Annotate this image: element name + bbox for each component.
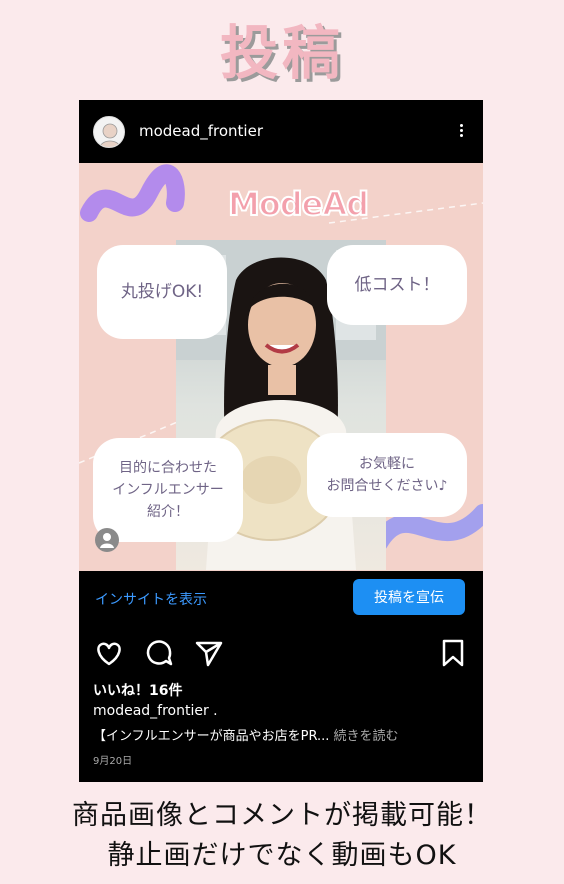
- speech-bubble-low-cost: 低コスト！: [327, 245, 467, 325]
- username[interactable]: modead_frontier: [139, 122, 263, 140]
- caption-username[interactable]: modead_frontier .: [93, 703, 218, 719]
- insights-bar: インサイトを表示 投稿を宣伝: [79, 571, 483, 627]
- post-date: 9月20日: [93, 756, 133, 767]
- view-insights-link[interactable]: インサイトを表示: [95, 589, 207, 609]
- modead-logo: ModeAd: [227, 185, 370, 223]
- instagram-post-card: modead_frontier ModeAd 丸投げOK! 低コスト！ 目的に合…: [79, 100, 483, 782]
- speech-bubble-marunage: 丸投げOK!: [97, 245, 227, 339]
- send-icon[interactable]: [193, 637, 225, 669]
- bubble-line: お問合せください♪: [326, 478, 448, 494]
- speech-bubble-contact: お気軽に お問合せください♪: [307, 433, 467, 517]
- tagged-user-icon[interactable]: [95, 528, 119, 552]
- bubble-line: 目的に合わせた: [119, 460, 217, 476]
- more-vertical-icon[interactable]: [455, 122, 467, 142]
- bubble-line: 紹介！: [147, 504, 189, 520]
- page-heading: 投稿: [219, 19, 344, 87]
- footer-description: 商品画像とコメントが掲載可能！ 静止画だけでなく動画もOK: [0, 796, 564, 876]
- promote-post-button[interactable]: 投稿を宣伝: [353, 579, 465, 615]
- bubble-line: お気軽に: [359, 456, 415, 472]
- footer-line-1: 商品画像とコメントが掲載可能！: [72, 800, 492, 831]
- heart-icon[interactable]: [93, 637, 125, 669]
- avatar[interactable]: [93, 116, 125, 148]
- caption-text: 【インフルエンサーが商品やお店をPR... 続きを読む: [93, 725, 399, 744]
- post-header: modead_frontier: [79, 100, 483, 163]
- comment-icon[interactable]: [143, 637, 175, 669]
- footer-line-2: 静止画だけでなく動画もOK: [107, 840, 457, 871]
- post-image[interactable]: ModeAd 丸投げOK! 低コスト！ 目的に合わせた インフルエンサー 紹介！…: [79, 163, 483, 571]
- bookmark-icon[interactable]: [439, 637, 467, 669]
- bubble-line: インフルエンサー: [112, 482, 224, 498]
- caption-body: 【インフルエンサーが商品やお店をPR...: [93, 729, 330, 744]
- post-actions: [79, 637, 483, 671]
- like-count[interactable]: いいね！16件: [93, 680, 182, 700]
- speech-bubble-influencer: 目的に合わせた インフルエンサー 紹介！: [93, 438, 243, 542]
- read-more-link[interactable]: 続きを読む: [329, 729, 399, 744]
